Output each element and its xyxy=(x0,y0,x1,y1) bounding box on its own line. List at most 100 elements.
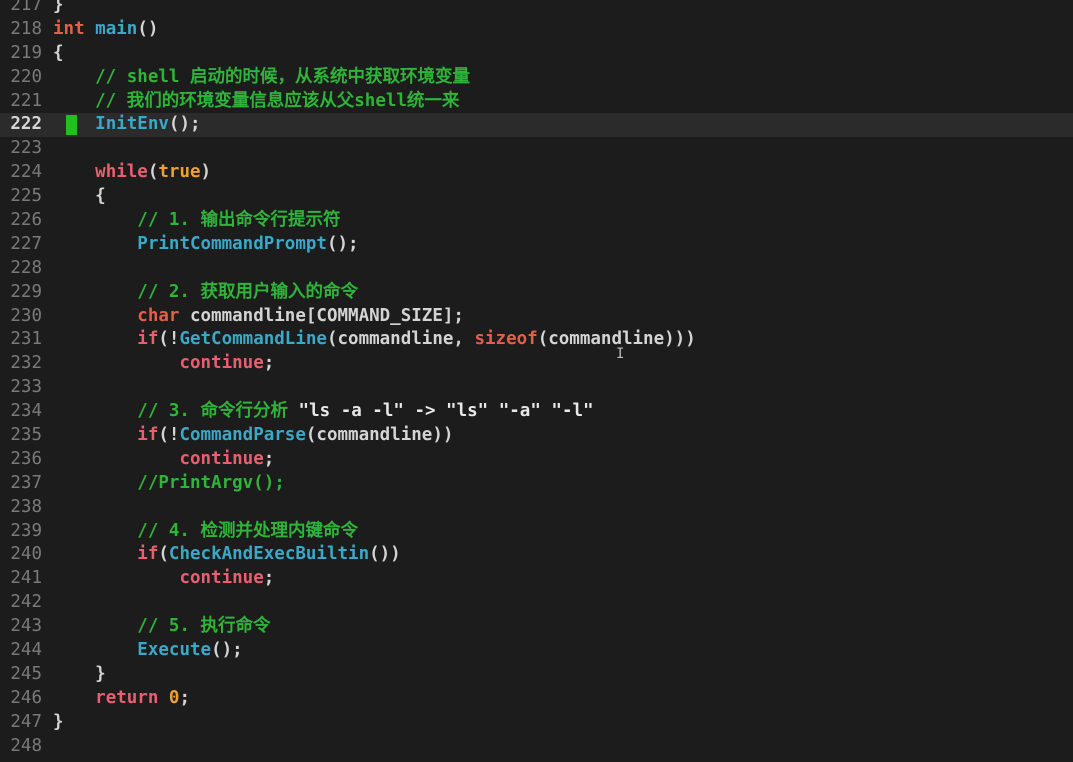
code-text: continue; xyxy=(53,567,274,591)
code-line[interactable]: 237 //PrintArgv(); xyxy=(0,472,1073,496)
code-line[interactable]: 229 // 2. 获取用户输入的命令 xyxy=(0,281,1073,305)
code-lines[interactable]: 217} 218 int main() 219{220 // shell 启动的时候，… xyxy=(0,0,1073,759)
line-number: 246 xyxy=(10,687,42,708)
code-line[interactable]: 221 // 我们的环境变量信息应该从父shell统一来 xyxy=(0,90,1073,114)
code-token-punc: ; xyxy=(179,687,191,708)
code-line[interactable]: 227 PrintCommandPrompt(); xyxy=(0,233,1073,257)
line-number: 242 xyxy=(10,592,42,613)
line-number: 230 xyxy=(10,305,42,326)
code-token-type: sizeof xyxy=(474,329,538,350)
code-token-punc: (! xyxy=(158,329,180,350)
code-text: } xyxy=(53,663,106,687)
code-token-punc: } xyxy=(53,0,64,15)
code-line[interactable]: 246 return 0; xyxy=(0,687,1073,711)
line-number: 236 xyxy=(10,448,42,469)
code-text: } xyxy=(53,0,64,18)
code-text: if(CheckAndExecBuiltin()) xyxy=(53,543,400,567)
code-token-punc: ( xyxy=(147,162,159,183)
code-line[interactable]: 218 int main() xyxy=(0,18,1073,42)
code-token-comment: // 我们的环境变量信息应该从父shell统一来 xyxy=(53,90,460,111)
code-text: int main() xyxy=(53,18,158,42)
code-text: while(true) xyxy=(53,161,211,185)
code-line[interactable]: 242 xyxy=(0,591,1073,615)
code-token-comment: // 2. 获取用户输入的命令 xyxy=(53,281,359,302)
line-number: 220 xyxy=(10,66,42,87)
code-token-comment: // 5. 执行命令 xyxy=(53,616,271,637)
line-number: 218 xyxy=(10,18,42,39)
code-text: // shell 启动的时候，从系统中获取环境变量 xyxy=(53,66,470,90)
code-token-flow: return xyxy=(95,687,159,708)
line-number: 219 xyxy=(10,42,42,63)
code-text: // 3. 命令行分析 "ls -a -l" -> "ls" "-a" "-l" xyxy=(53,400,593,424)
current-code-line[interactable]: 222 InitEnv(); xyxy=(0,113,1073,138)
code-line[interactable]: 245 } xyxy=(0,663,1073,687)
code-token-punc: (); xyxy=(211,640,243,661)
line-number: 225 xyxy=(10,186,42,207)
line-number: 247 xyxy=(10,711,42,732)
code-line[interactable]: 244 Execute(); xyxy=(0,639,1073,663)
code-token-comment: // 4. 检测并处理内键命令 xyxy=(53,520,359,541)
code-text: continue; xyxy=(53,352,274,376)
code-token-flow: if xyxy=(137,544,159,565)
code-token-comment: // 1. 输出命令行提示符 xyxy=(53,210,341,231)
line-number: 244 xyxy=(10,640,42,661)
code-line[interactable]: 232 continue; xyxy=(0,352,1073,376)
code-token-func: CheckAndExecBuiltin xyxy=(168,544,370,565)
code-line[interactable]: 241 continue; xyxy=(0,567,1073,591)
code-line[interactable]: 231 if(!GetCommandLine(commandline, size… xyxy=(0,328,1073,352)
line-number: 233 xyxy=(10,377,42,398)
line-number: 245 xyxy=(10,663,42,684)
code-token-type: int xyxy=(53,18,85,39)
code-token-punc: ; xyxy=(263,448,275,469)
code-editor[interactable]: 217} 218 int main() 219{220 // shell 启动的时候，… xyxy=(0,0,1073,762)
code-token-plain: commandline[COMMAND_SIZE]; xyxy=(179,305,464,326)
code-line[interactable]: 248 xyxy=(0,735,1073,759)
code-token-punc: (); xyxy=(168,114,201,135)
line-number: 221 xyxy=(10,90,42,111)
line-number: 232 xyxy=(10,353,42,374)
code-token-punc: ; xyxy=(263,568,275,589)
code-token-flow: continue xyxy=(179,448,264,469)
code-token-punc: } xyxy=(53,711,64,732)
code-line[interactable]: 224 while(true) xyxy=(0,161,1073,185)
code-text: Execute(); xyxy=(53,639,243,663)
code-line[interactable]: 233 xyxy=(0,376,1073,400)
code-line[interactable]: 240 if(CheckAndExecBuiltin()) xyxy=(0,543,1073,567)
code-line[interactable]: 247} xyxy=(0,711,1073,735)
code-line[interactable]: 228 xyxy=(0,257,1073,281)
line-number: 240 xyxy=(10,544,42,565)
code-line[interactable]: 230 char commandline[COMMAND_SIZE]; xyxy=(0,305,1073,329)
code-text: } xyxy=(53,711,64,735)
text-cursor-ibeam-icon: I xyxy=(616,346,625,362)
code-line[interactable]: 239 // 4. 检测并处理内键命令 xyxy=(0,520,1073,544)
code-line[interactable]: 219 { xyxy=(0,42,1073,66)
code-token-func: PrintCommandPrompt xyxy=(137,233,327,254)
code-token-comment: // 3. 命令行分析 xyxy=(53,401,299,422)
code-line[interactable]: 223 xyxy=(0,137,1073,161)
code-token-lit: true xyxy=(158,162,201,183)
code-line[interactable]: 225 { xyxy=(0,185,1073,209)
code-line[interactable]: 235 if(!CommandParse(commandline)) xyxy=(0,424,1073,448)
code-line[interactable]: 217} xyxy=(0,0,1073,18)
code-line[interactable]: 238 xyxy=(0,496,1073,520)
code-line[interactable]: 234 // 3. 命令行分析 "ls -a -l" -> "ls" "-a" … xyxy=(0,400,1073,424)
code-line[interactable]: 226 // 1. 输出命令行提示符 xyxy=(0,209,1073,233)
code-line[interactable]: 236 continue; xyxy=(0,448,1073,472)
code-token-punc: () xyxy=(137,18,159,39)
code-token-func: main xyxy=(95,18,138,39)
line-number: 224 xyxy=(10,162,42,183)
code-line[interactable]: 220 // shell 启动的时候，从系统中获取环境变量 xyxy=(0,66,1073,90)
code-text: InitEnv(); xyxy=(53,113,201,137)
code-text: return 0; xyxy=(53,687,190,711)
code-token-lit: 0 xyxy=(168,687,180,708)
code-token-comment: // shell 启动的时候，从系统中获取环境变量 xyxy=(53,66,470,87)
code-line[interactable]: 243 // 5. 执行命令 xyxy=(0,615,1073,639)
